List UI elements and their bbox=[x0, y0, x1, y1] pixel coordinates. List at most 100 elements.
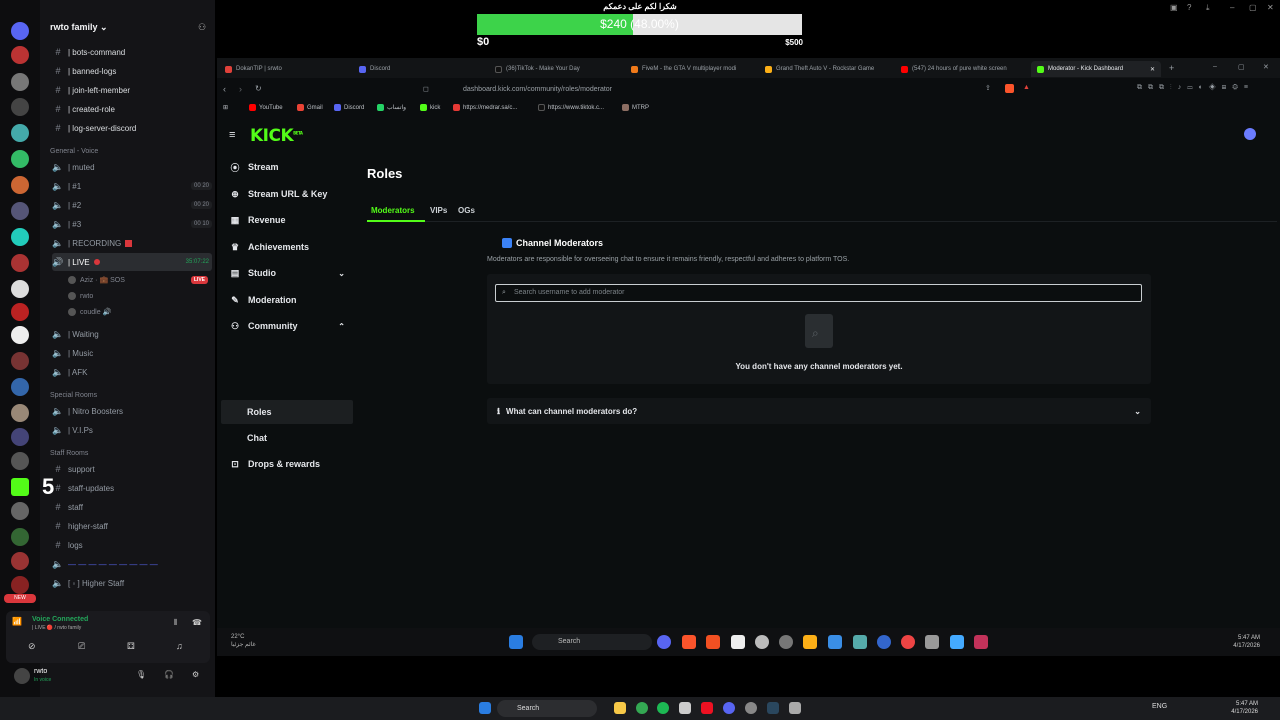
app-taskbar-icon[interactable] bbox=[706, 635, 720, 649]
kick-server-icon[interactable] bbox=[11, 478, 29, 496]
browser-minimize-icon[interactable]: – bbox=[1213, 63, 1217, 70]
nav-achievements[interactable]: ♛ Achievements bbox=[221, 235, 353, 259]
screen-share-icon[interactable]: ⎚ bbox=[78, 641, 85, 652]
voice-channel[interactable]: 🔈 | Waiting bbox=[52, 325, 212, 343]
server-icon[interactable] bbox=[11, 528, 29, 546]
kick-logo[interactable]: KICKBETA bbox=[250, 126, 303, 146]
steam-icon[interactable] bbox=[767, 702, 779, 714]
app-taskbar-icon[interactable] bbox=[853, 635, 867, 649]
disconnect-icon[interactable]: ☎ bbox=[192, 618, 202, 627]
nav-stream[interactable]: ⦿ Stream bbox=[221, 155, 353, 179]
browser-tab[interactable]: (547) 24 hours of pure white screen bbox=[901, 61, 1021, 77]
voice-channel[interactable]: 🔈 | #3 00 10 bbox=[52, 215, 212, 233]
spotify-icon[interactable] bbox=[657, 702, 669, 714]
windows-start-icon[interactable] bbox=[479, 702, 491, 714]
photos-taskbar-icon[interactable] bbox=[828, 635, 842, 649]
avatar[interactable] bbox=[1244, 128, 1256, 140]
tab-close-icon[interactable]: ✕ bbox=[1150, 66, 1155, 73]
browser-tab-active[interactable]: Moderator - Kick Dashboard ✕ bbox=[1031, 61, 1161, 77]
back-icon[interactable]: ‹ bbox=[223, 84, 226, 94]
browser-tab[interactable]: Grand Theft Auto V - Rockstar Game bbox=[765, 61, 885, 77]
brave-taskbar-icon[interactable] bbox=[682, 635, 696, 649]
browser-maximize-icon[interactable]: ▢ bbox=[1238, 63, 1245, 71]
server-icon[interactable] bbox=[11, 46, 29, 64]
voice-channel[interactable]: 🔈[ ◦ ] Higher Staff bbox=[52, 574, 212, 592]
nav-moderation[interactable]: ✎ Moderation bbox=[221, 288, 353, 312]
divider-channel[interactable]: 🔈 — — — — — — — — — bbox=[52, 555, 212, 573]
new-tab-icon[interactable]: + bbox=[1169, 63, 1174, 73]
server-icon[interactable] bbox=[11, 452, 29, 470]
discord-home-icon[interactable] bbox=[11, 22, 29, 40]
window-red-icon[interactable]: ▣ bbox=[1170, 3, 1178, 12]
browser-tab[interactable]: Discord bbox=[359, 61, 479, 77]
avatar[interactable] bbox=[14, 668, 30, 684]
username[interactable]: rwto bbox=[34, 668, 47, 675]
text-channel[interactable]: # | join-left-member bbox=[52, 81, 212, 99]
brave-shield-icon[interactable] bbox=[1005, 84, 1014, 93]
server-icon[interactable] bbox=[11, 552, 29, 570]
app-icon[interactable] bbox=[679, 702, 691, 714]
voice-member[interactable]: coudle 🔊 bbox=[68, 305, 208, 319]
server-icon[interactable] bbox=[11, 280, 29, 298]
server-icon[interactable] bbox=[11, 124, 29, 142]
settings-gear-icon[interactable] bbox=[789, 702, 801, 714]
help-icon[interactable]: ? bbox=[1187, 3, 1191, 12]
voice-member[interactable]: Aziz · 💼 SOS LIVE bbox=[68, 273, 208, 287]
server-icon[interactable] bbox=[11, 228, 29, 246]
faq-accordion[interactable]: ℹ What can channel moderators do? ⌄ bbox=[487, 398, 1151, 424]
file-explorer-icon[interactable] bbox=[614, 702, 626, 714]
server-icon[interactable] bbox=[11, 352, 29, 370]
extensions-icons[interactable]: ⧉⧉⧉⫶♪▭◐◈⊞⚙≡ bbox=[1137, 84, 1254, 92]
tab-ogs[interactable]: OGs bbox=[458, 206, 475, 215]
text-channel[interactable]: # higher-staff bbox=[52, 517, 212, 535]
server-icon[interactable] bbox=[11, 176, 29, 194]
server-icon[interactable] bbox=[11, 303, 29, 321]
server-icon[interactable] bbox=[11, 576, 29, 594]
text-channel[interactable]: # | created-role bbox=[52, 100, 212, 118]
bookmark-item[interactable]: MTRP bbox=[622, 104, 649, 111]
text-channel[interactable]: # | log-server-discord bbox=[52, 119, 212, 137]
bookmark-item[interactable]: Gmail bbox=[297, 104, 323, 111]
tab-moderators[interactable]: Moderators bbox=[371, 206, 415, 215]
browser-tab[interactable]: FiveM - the GTA V multiplayer modi bbox=[631, 61, 751, 77]
voice-channel-live[interactable]: 🔊 | LIVE 35:07:22 bbox=[52, 253, 212, 271]
server-icon[interactable] bbox=[11, 254, 29, 272]
voice-channel[interactable]: 🔈 | V.I.Ps bbox=[52, 421, 212, 439]
rockstar-taskbar-icon[interactable] bbox=[803, 635, 817, 649]
windows-start-icon[interactable] bbox=[509, 635, 523, 649]
nav-stream-url-key[interactable]: ⊕ Stream URL & Key bbox=[221, 182, 353, 206]
server-icon[interactable] bbox=[11, 404, 29, 422]
server-icon[interactable] bbox=[11, 202, 29, 220]
server-name[interactable]: rwto family ⌄ bbox=[50, 22, 108, 33]
app-taskbar-icon[interactable] bbox=[779, 635, 793, 649]
url-field[interactable]: dashboard.kick.com/community/roles/moder… bbox=[437, 82, 1047, 98]
bookmark-item[interactable]: واتساب bbox=[377, 104, 406, 111]
share-icon[interactable]: ⇪ bbox=[985, 84, 991, 92]
bookmark-item[interactable]: https://www.tiktok.c... bbox=[538, 104, 604, 111]
noise-suppression-icon[interactable]: ⫴ bbox=[174, 618, 177, 628]
server-icon[interactable] bbox=[11, 98, 29, 116]
reload-icon[interactable]: ↻ bbox=[255, 84, 262, 93]
weather-widget[interactable]: 22°C غائم جزئيا bbox=[231, 633, 256, 649]
brave-rewards-icon[interactable]: ▲ bbox=[1023, 84, 1030, 91]
bookmark-item[interactable]: Discord bbox=[334, 104, 364, 111]
voice-channel-path[interactable]: | LIVE 🔴 / rwto family bbox=[32, 625, 81, 631]
add-friend-icon[interactable]: ⚇ bbox=[198, 22, 206, 33]
close-icon[interactable]: ✕ bbox=[1267, 3, 1274, 12]
server-icon[interactable] bbox=[11, 326, 29, 344]
app-taskbar-icon[interactable] bbox=[877, 635, 891, 649]
category-special-rooms[interactable]: Special Rooms bbox=[50, 392, 97, 399]
app-icon[interactable] bbox=[745, 702, 757, 714]
moderator-search-input[interactable]: ⌕ Search username to add moderator bbox=[495, 284, 1142, 302]
voice-channel[interactable]: 🔈 | muted bbox=[52, 158, 212, 176]
apps-icon[interactable]: ⊞ bbox=[223, 104, 228, 111]
taskbar-search[interactable]: Search bbox=[532, 634, 652, 650]
category-staff-rooms[interactable]: Staff Rooms bbox=[50, 450, 88, 457]
minimize-icon[interactable]: – bbox=[1230, 3, 1234, 12]
text-channel[interactable]: # | banned-logs bbox=[52, 62, 212, 80]
discord-taskbar-icon[interactable] bbox=[657, 635, 671, 649]
chrome-icon[interactable] bbox=[636, 702, 648, 714]
nav-revenue[interactable]: ▦ Revenue bbox=[221, 208, 353, 232]
server-icon[interactable] bbox=[11, 73, 29, 91]
soundboard-icon[interactable]: ♫ bbox=[176, 641, 183, 651]
